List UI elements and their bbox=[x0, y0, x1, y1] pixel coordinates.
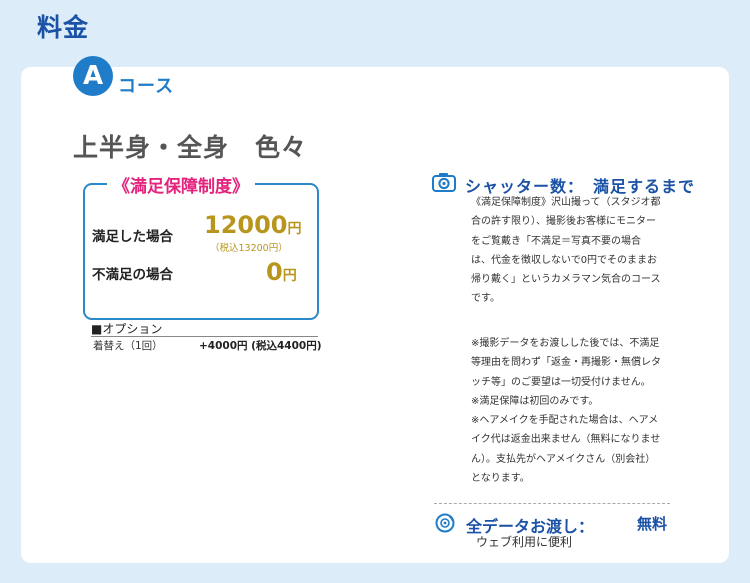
note-line: ※満足保障は初回のみです。 bbox=[471, 395, 599, 407]
satisfied-label: 満足した場合 bbox=[92, 229, 173, 245]
unsatisfied-price: 0円 bbox=[266, 258, 297, 286]
shutter-notes: ※撮影データをお渡しした後では、不満足 等理由を問わず「返金・再撮影・無償レタ … bbox=[471, 334, 676, 488]
note-line: ※撮影データをお渡しした後では、不満足 bbox=[471, 338, 660, 349]
description-line: をご覧戴き「不満足＝写真不要の場合 bbox=[471, 235, 641, 247]
satisfied-price-number: 12000 bbox=[204, 211, 288, 239]
description-line: 《満足保障制度》沢山撮って（スタジオ都 bbox=[471, 197, 661, 208]
satisfied-price-yen: 円 bbox=[287, 221, 302, 237]
section-divider bbox=[434, 503, 670, 504]
description-line: です。 bbox=[471, 293, 500, 305]
note-line: となります。 bbox=[471, 473, 530, 485]
shutter-description: 《満足保障制度》沢山撮って（スタジオ都 合の許す限り）、撮影後お客様にモニター … bbox=[471, 193, 676, 309]
page-title: 料金 bbox=[37, 13, 90, 42]
all-data-value: 無料 bbox=[637, 515, 668, 533]
disc-icon bbox=[435, 513, 455, 533]
description-line: 帰り戴く」というカメラマン気合のコース bbox=[471, 274, 661, 286]
satisfied-tax-note: （税込13200円） bbox=[210, 243, 288, 254]
note-line: ッチ等」のご要望は一切受付けません。 bbox=[471, 376, 651, 388]
course-heading: 上半身・全身 色々 bbox=[73, 133, 308, 162]
note-line: ん）。支払先がヘアメイクさん（別会社） bbox=[471, 453, 656, 465]
note-line: イク代は返金出来ません（無料になりませ bbox=[471, 434, 661, 446]
description-line: 合の許す限り）、撮影後お客様にモニター bbox=[471, 216, 656, 228]
option-item-name: 着替え（1回） bbox=[93, 340, 163, 352]
all-data-subtext: ウェブ利用に便利 bbox=[476, 535, 573, 549]
guarantee-title: 《満足保障制度》 bbox=[107, 172, 255, 197]
unsatisfied-label: 不満足の場合 bbox=[92, 267, 173, 283]
option-item-price: +4000円 (税込4400円) bbox=[199, 340, 322, 352]
options-divider bbox=[91, 336, 318, 337]
camera-icon bbox=[432, 173, 456, 192]
course-label: コース bbox=[118, 76, 175, 97]
unsatisfied-price-number: 0 bbox=[266, 258, 283, 286]
description-line: は、代金を徴収しないで0円でそのままお bbox=[471, 254, 658, 266]
satisfied-price: 12000円 bbox=[204, 211, 302, 239]
unsatisfied-price-yen: 円 bbox=[282, 268, 297, 284]
note-line: ※ヘアメイクを手配された場合は、ヘアメ bbox=[471, 415, 659, 427]
course-badge: A bbox=[73, 56, 113, 96]
note-line: 等理由を問わず「返金・再撮影・無償レタ bbox=[471, 357, 661, 369]
options-title: ■オプション bbox=[91, 322, 163, 336]
